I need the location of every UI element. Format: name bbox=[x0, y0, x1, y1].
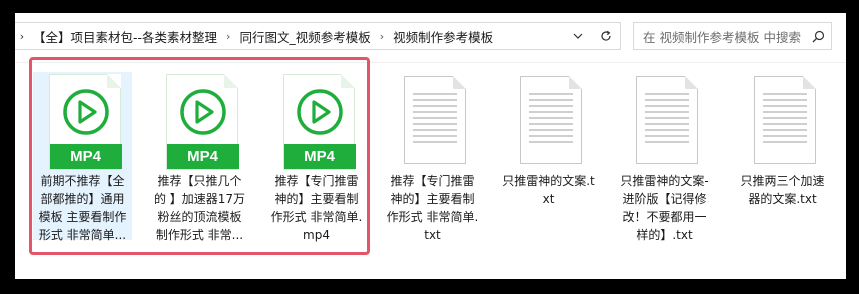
mp4-badge: MP4 bbox=[166, 144, 239, 169]
breadcrumb-item-project-pack[interactable]: 【全】项目素材包--各类素材整理 bbox=[29, 27, 221, 46]
mp4-badge: MP4 bbox=[49, 144, 122, 169]
file-grid: MP4 前期不推荐【全部都推的】通用模板 主要看制作形式 非常简单... MP4… bbox=[15, 63, 846, 279]
mp4-file-icon: MP4 bbox=[44, 74, 122, 170]
breadcrumb-separator-icon[interactable]: › bbox=[375, 30, 389, 43]
breadcrumb-item-peer-templates[interactable]: 同行图文_视频参考模板 bbox=[235, 27, 374, 46]
chevron-down-icon[interactable] bbox=[564, 23, 592, 49]
address-bar[interactable]: › 【全】项目素材包--各类素材整理 › 同行图文_视频参考模板 › 视频制作参… bbox=[15, 22, 621, 50]
txt-file-icon bbox=[394, 74, 472, 170]
txt-file-icon bbox=[744, 74, 822, 170]
breadcrumb-separator-icon[interactable]: › bbox=[221, 30, 235, 43]
txt-file-icon bbox=[510, 74, 588, 170]
mp4-file-icon: MP4 bbox=[161, 74, 239, 170]
file-item[interactable]: MP4 前期不推荐【全部都推的】通用模板 主要看制作形式 非常简单... bbox=[33, 72, 132, 242]
file-name: 推荐【专门推雷神的】主要看制作形式 非常简单.mp4 bbox=[270, 174, 363, 242]
refresh-icon[interactable] bbox=[592, 23, 620, 49]
search-icon[interactable] bbox=[805, 30, 831, 43]
file-item[interactable]: 只推雷神的文案-进阶版【记得修改！不要都用一样的】.txt bbox=[615, 72, 714, 242]
toolbar: › 【全】项目素材包--各类素材整理 › 同行图文_视频参考模板 › 视频制作参… bbox=[15, 13, 846, 63]
breadcrumb-root-arrow-icon[interactable]: › bbox=[15, 30, 29, 43]
file-item[interactable]: 推荐【专门推雷神的】主要看制作形式 非常简单.txt bbox=[383, 72, 482, 242]
file-name: 推荐【专门推雷神的】主要看制作形式 非常简单.txt bbox=[386, 174, 479, 242]
search-box[interactable]: 在 视频制作参考模板 中搜索 bbox=[633, 22, 832, 50]
breadcrumb-item-video-templates[interactable]: 视频制作参考模板 bbox=[389, 27, 497, 46]
file-item[interactable]: MP4 推荐【专门推雷神的】主要看制作形式 非常简单.mp4 bbox=[267, 72, 366, 242]
file-name: 推荐【只推几个的 】加速器17万粉丝的顶流模板 制作形式 非常... bbox=[153, 174, 246, 242]
file-item[interactable]: 只推雷神的文案.txt bbox=[499, 72, 598, 240]
file-name: 前期不推荐【全部都推的】通用模板 主要看制作形式 非常简单... bbox=[38, 174, 127, 242]
file-name: 只推雷神的文案-进阶版【记得修改！不要都用一样的】.txt bbox=[620, 174, 709, 242]
file-explorer-window: › 【全】项目素材包--各类素材整理 › 同行图文_视频参考模板 › 视频制作参… bbox=[15, 13, 846, 279]
file-name: 只推两三个加速器的文案.txt bbox=[740, 174, 825, 206]
mp4-file-icon: MP4 bbox=[278, 74, 356, 170]
file-name: 只推雷神的文案.txt bbox=[502, 174, 595, 206]
search-input[interactable]: 在 视频制作参考模板 中搜索 bbox=[643, 27, 805, 46]
txt-file-icon bbox=[626, 74, 704, 170]
file-item[interactable]: MP4 推荐【只推几个的 】加速器17万粉丝的顶流模板 制作形式 非常... bbox=[150, 72, 249, 242]
file-item[interactable]: 只推两三个加速器的文案.txt bbox=[733, 72, 832, 240]
mp4-badge: MP4 bbox=[283, 144, 356, 169]
